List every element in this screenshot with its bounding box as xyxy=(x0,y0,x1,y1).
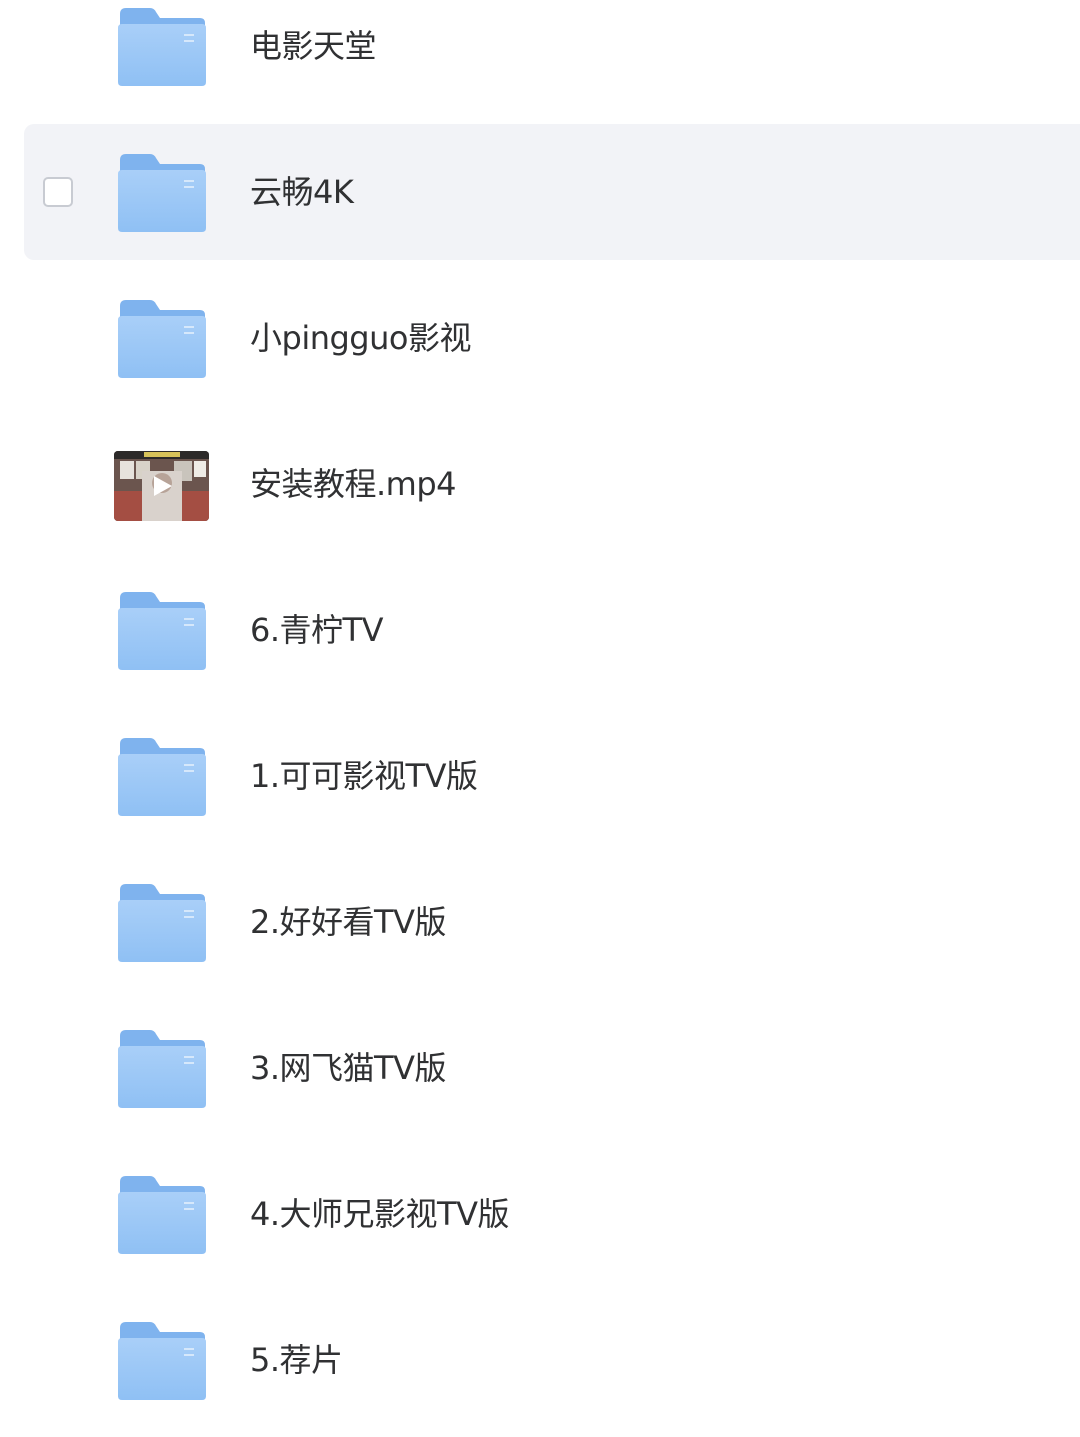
file-name[interactable]: 6.青柠TV xyxy=(250,609,383,651)
file-row-9[interactable]: 5.荐片 xyxy=(24,1292,1080,1428)
folder-icon xyxy=(116,6,208,88)
file-row-8[interactable]: 4.大师兄影视TV版 xyxy=(24,1146,1080,1282)
file-name[interactable]: 小pingguo影视 xyxy=(250,317,471,359)
folder-icon xyxy=(116,590,208,672)
video-thumbnail-icon xyxy=(114,451,209,521)
file-row-5[interactable]: 1.可可影视TV版 xyxy=(24,708,1080,844)
file-row-0[interactable]: 电影天堂 xyxy=(24,0,1080,114)
row-checkbox[interactable] xyxy=(43,177,73,207)
folder-icon xyxy=(116,152,208,234)
file-row-6[interactable]: 2.好好看TV版 xyxy=(24,854,1080,990)
file-row-7[interactable]: 3.网飞猫TV版 xyxy=(24,1000,1080,1136)
folder-icon xyxy=(116,882,208,964)
file-name[interactable]: 1.可可影视TV版 xyxy=(250,755,478,797)
file-name[interactable]: 5.荐片 xyxy=(250,1339,343,1381)
file-name[interactable]: 电影天堂 xyxy=(250,25,377,67)
file-row-2[interactable]: 小pingguo影视 xyxy=(24,270,1080,406)
folder-icon xyxy=(116,1174,208,1256)
folder-icon xyxy=(116,298,208,380)
folder-icon xyxy=(116,736,208,818)
folder-icon xyxy=(116,1320,208,1402)
file-name[interactable]: 2.好好看TV版 xyxy=(250,901,446,943)
file-row-1[interactable]: 云畅4K xyxy=(24,124,1080,260)
file-row-4[interactable]: 6.青柠TV xyxy=(24,562,1080,698)
folder-icon xyxy=(116,1028,208,1110)
file-name[interactable]: 云畅4K xyxy=(250,171,354,213)
file-row-3[interactable]: 安装教程.mp4 xyxy=(24,416,1080,552)
file-name[interactable]: 3.网飞猫TV版 xyxy=(250,1047,446,1089)
file-name[interactable]: 4.大师兄影视TV版 xyxy=(250,1193,509,1235)
file-name[interactable]: 安装教程.mp4 xyxy=(250,463,457,505)
file-list: 电影天堂 云畅4K 小pingguo影视 安装教程.mp4 6.青柠TV 1.可… xyxy=(0,0,1080,1437)
